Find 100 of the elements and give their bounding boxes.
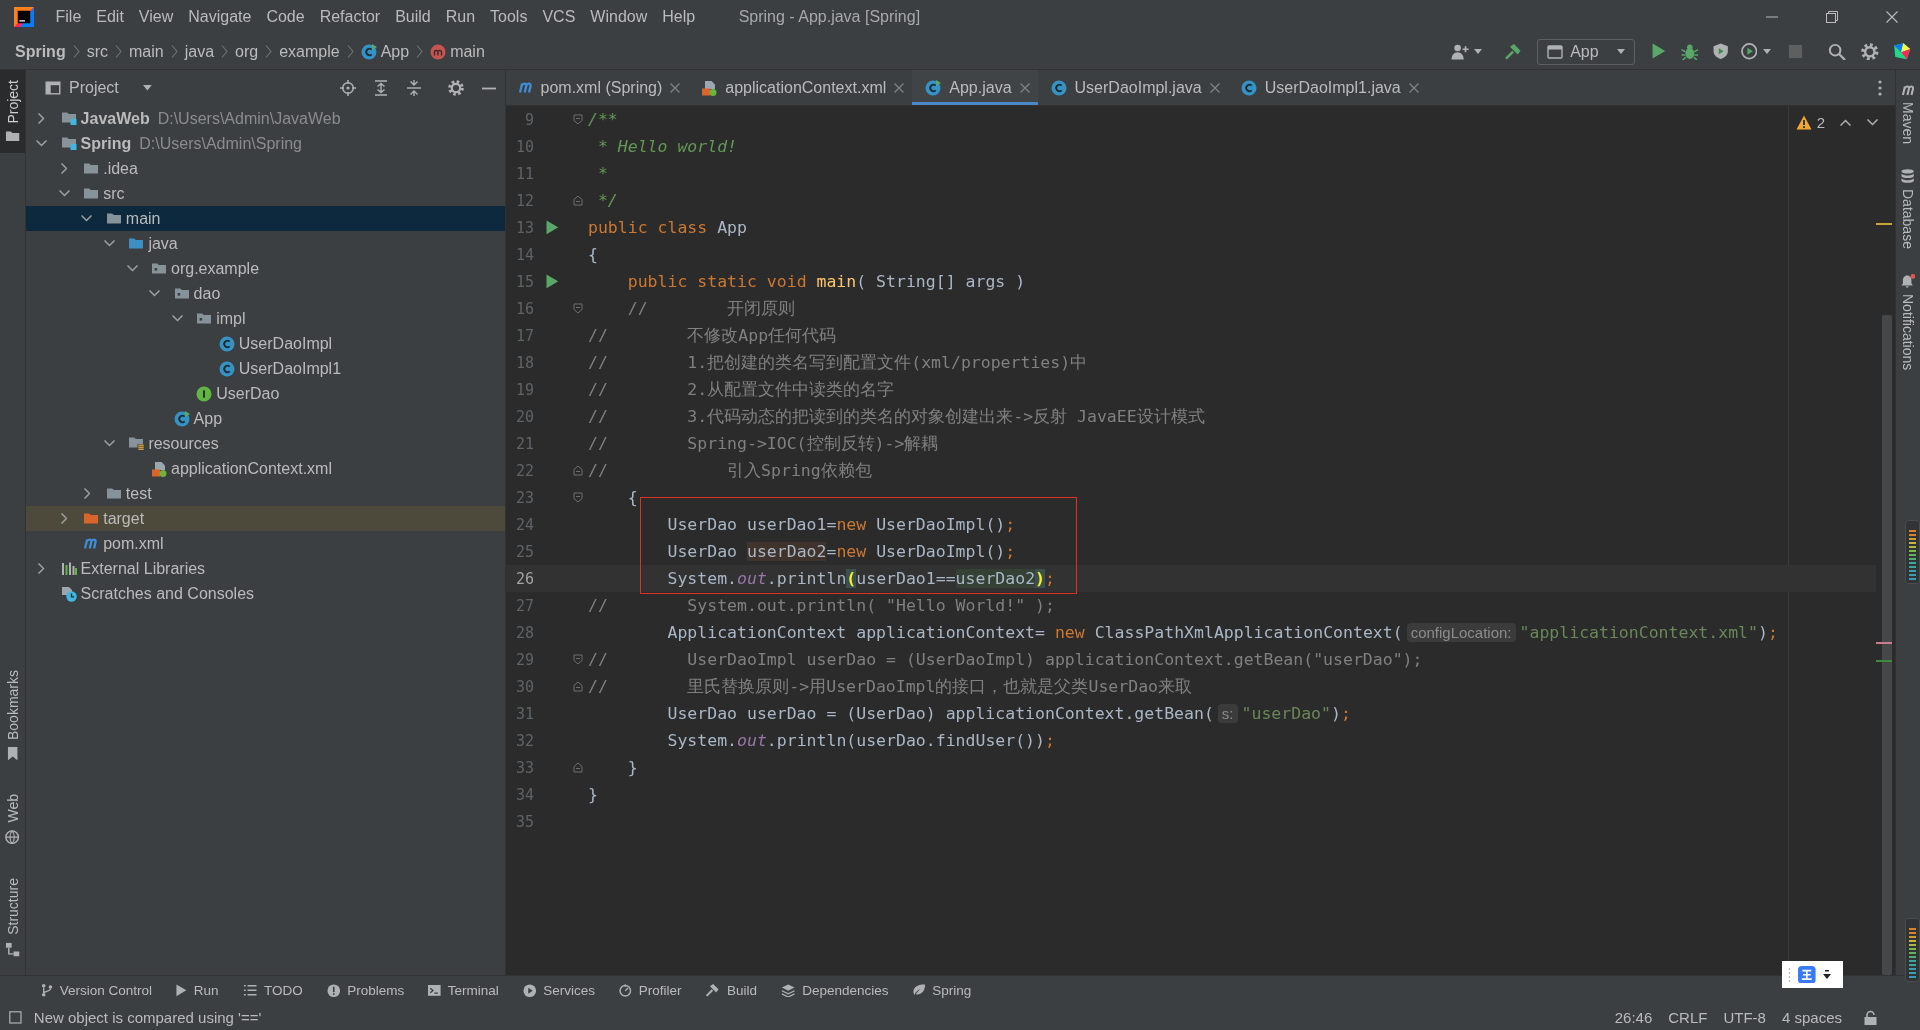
minimize-icon[interactable]: [481, 86, 497, 90]
chevron-up-icon[interactable]: [1840, 119, 1851, 126]
editor-tab[interactable]: UserDaoImpl1.java: [1227, 70, 1427, 105]
collapse-all-icon[interactable]: [406, 80, 422, 96]
tool-window-button[interactable]: Problems: [314, 983, 417, 998]
chevron-down-icon[interactable]: [103, 240, 115, 247]
caret-icon[interactable]: [1822, 969, 1831, 980]
chevron-right-icon[interactable]: [38, 563, 45, 574]
fold-icon[interactable]: [573, 654, 583, 665]
tool-window-button[interactable]: Build: [693, 983, 769, 998]
search-icon[interactable]: [1828, 42, 1846, 61]
run-configuration-dropdown[interactable]: App: [1537, 38, 1636, 65]
menu-item[interactable]: View: [131, 8, 181, 26]
editor-tab[interactable]: App.java: [912, 70, 1038, 105]
close-icon[interactable]: [1408, 82, 1419, 93]
run-icon[interactable]: [545, 220, 559, 235]
tree-item[interactable]: target: [26, 506, 505, 531]
tool-window-button[interactable]: Database: [1900, 168, 1916, 250]
editor-tab[interactable]: applicationContext.xml: [688, 70, 913, 105]
lock-icon[interactable]: [1864, 1009, 1877, 1026]
tool-window-button[interactable]: Project: [0, 70, 25, 153]
chevron-down-icon[interactable]: [58, 190, 70, 197]
menu-item[interactable]: Edit: [88, 8, 132, 26]
bug-icon[interactable]: [1680, 42, 1699, 61]
menu-item[interactable]: VCS: [534, 8, 583, 26]
logo-icon[interactable]: [1892, 42, 1911, 61]
close-icon[interactable]: [894, 82, 905, 93]
input-method-icon[interactable]: [1798, 965, 1816, 984]
run-icon[interactable]: [545, 274, 559, 289]
tree-item[interactable]: Spring D:\Users\Admin\Spring: [26, 131, 505, 156]
breadcrumb[interactable]: main: [430, 42, 485, 61]
chevron-right-icon[interactable]: [60, 163, 68, 174]
breadcrumb[interactable]: src: [86, 42, 108, 61]
warning-count[interactable]: 2: [1816, 114, 1825, 131]
chevron-right-icon[interactable]: [83, 488, 91, 499]
chevron-right-icon[interactable]: [60, 513, 68, 524]
tool-window-button[interactable]: TODO: [230, 983, 315, 998]
more-icon[interactable]: [1878, 79, 1882, 96]
tool-window-button[interactable]: Structure: [0, 870, 25, 965]
person-icon[interactable]: [1450, 42, 1469, 61]
editor-tab[interactable]: UserDaoImpl.java: [1037, 70, 1228, 105]
play-circle-icon[interactable]: [1740, 43, 1758, 60]
indent-setting[interactable]: 4 spaces: [1781, 1009, 1842, 1026]
close-icon[interactable]: [1019, 82, 1030, 93]
settings-icon[interactable]: [1861, 42, 1879, 61]
tool-window-button[interactable]: Maven: [1900, 85, 1916, 144]
tree-item[interactable]: Scratches and Consoles: [26, 581, 505, 606]
tree-item[interactable]: org.example: [26, 256, 505, 281]
menu-item[interactable]: File: [48, 8, 89, 26]
breadcrumb[interactable]: java: [184, 42, 215, 61]
fold-icon[interactable]: [573, 492, 583, 503]
tree-item[interactable]: impl: [26, 306, 505, 331]
tree-item[interactable]: UserDaoImpl: [26, 331, 505, 356]
expand-all-icon[interactable]: [373, 80, 389, 96]
tree-item[interactable]: .idea: [26, 156, 505, 181]
chevron-down-icon[interactable]: [81, 215, 93, 222]
menu-item[interactable]: Help: [654, 8, 703, 26]
chevron-right-icon[interactable]: [38, 113, 45, 124]
run-icon[interactable]: [1652, 43, 1666, 60]
tree-item[interactable]: dao: [26, 281, 505, 306]
menu-item[interactable]: Refactor: [312, 8, 388, 26]
settings-icon[interactable]: [448, 80, 464, 96]
tree-item[interactable]: src: [26, 181, 505, 206]
menu-item[interactable]: Tools: [482, 8, 535, 26]
tree-item[interactable]: pom.xml: [26, 531, 505, 556]
scrollbar-thumb[interactable]: [1882, 315, 1892, 975]
stripe-marker-icon[interactable]: [1876, 660, 1892, 662]
chevron-down-icon[interactable]: [126, 265, 138, 272]
tool-window-button[interactable]: Run: [164, 983, 231, 998]
crosshair-icon[interactable]: [340, 80, 356, 96]
caret-position[interactable]: 26:46: [1614, 1009, 1653, 1026]
tree-item[interactable]: App: [26, 406, 505, 431]
tool-window-button[interactable]: Web: [0, 786, 25, 852]
breadcrumb[interactable]: main: [129, 42, 164, 61]
chevron-down-icon[interactable]: [103, 440, 115, 447]
breadcrumb[interactable]: example: [279, 42, 340, 61]
line-separator[interactable]: CRLF: [1668, 1009, 1708, 1026]
breadcrumb[interactable]: App: [360, 42, 410, 61]
tree-item[interactable]: JavaWeb D:\Users\Admin\JavaWeb: [26, 106, 505, 131]
menu-item[interactable]: Navigate: [180, 8, 259, 26]
hammer-icon[interactable]: [1503, 42, 1522, 61]
panel-toggle-icon[interactable]: [9, 1011, 22, 1024]
tool-window-button[interactable]: Spring: [900, 983, 984, 998]
tool-window-button[interactable]: Services: [510, 983, 608, 998]
fold-icon[interactable]: [573, 762, 583, 773]
close-icon[interactable]: [1209, 82, 1220, 93]
breadcrumb[interactable]: Spring: [15, 42, 66, 61]
tool-window-button[interactable]: Terminal: [416, 983, 511, 998]
close-icon[interactable]: [1886, 11, 1898, 23]
tree-item[interactable]: UserDao: [26, 381, 505, 406]
fold-icon[interactable]: [573, 114, 583, 125]
menu-item[interactable]: Build: [387, 8, 439, 26]
menu-item[interactable]: Run: [438, 8, 483, 26]
tool-window-button[interactable]: Bookmarks: [0, 661, 25, 769]
tool-window-button[interactable]: Notifications: [1900, 274, 1916, 371]
chevron-down-icon[interactable]: [1867, 119, 1878, 126]
chevron-down-icon[interactable]: [36, 140, 48, 147]
stripe-marker-icon[interactable]: [1876, 642, 1892, 644]
stripe-marker-icon[interactable]: [1876, 223, 1892, 225]
fold-icon[interactable]: [573, 303, 583, 314]
